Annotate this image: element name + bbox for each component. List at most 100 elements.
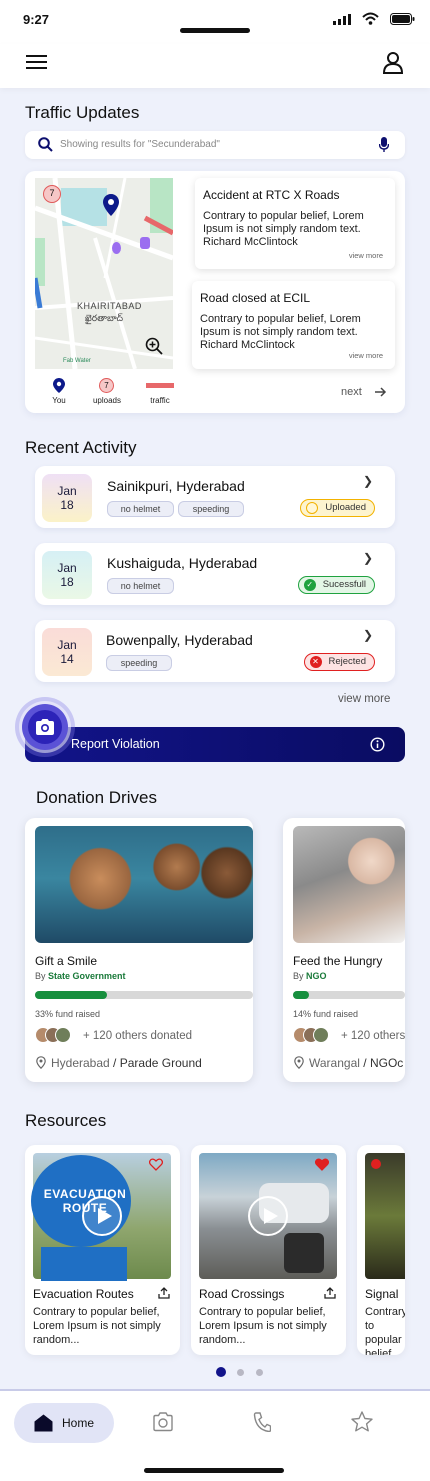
date-day: 18 (60, 575, 74, 589)
play-icon[interactable] (248, 1196, 288, 1236)
resources-title: Resources (25, 1111, 107, 1130)
donation-card[interactable]: Feed the Hungry By NGO 14% fund raised +… (283, 818, 405, 1082)
location-pin-icon (294, 1056, 304, 1069)
organizer-name: State Government (48, 971, 126, 981)
next-link[interactable]: next (341, 386, 362, 398)
battery-icon (390, 13, 415, 25)
date-day: 18 (60, 498, 74, 512)
pagination-dot[interactable] (237, 1369, 244, 1376)
news-view-more-link[interactable]: view more (349, 351, 383, 360)
status-label: Uploaded (325, 502, 366, 513)
news-title: Accident at RTC X Roads (203, 188, 340, 202)
resource-description: Contrary to popular belief, Lorem Ipsum … (365, 1306, 405, 1355)
share-icon[interactable] (324, 1287, 336, 1299)
check-icon: ✓ (303, 579, 316, 591)
chevron-down-icon[interactable]: ❯ (363, 628, 373, 642)
news-view-more-link[interactable]: view more (349, 251, 383, 260)
news-body: Contrary to popular belief, Lorem Ipsum … (203, 210, 364, 248)
report-violation-label: Report Violation (71, 737, 160, 751)
info-icon[interactable] (370, 737, 385, 752)
report-violation-button[interactable]: Report Violation (25, 727, 405, 762)
news-card[interactable]: Accident at RTC X Roads Contrary to popu… (195, 178, 395, 269)
location-city: Hyderabad (51, 1056, 110, 1070)
by-prefix: By (293, 971, 304, 981)
donation-others-text: + 120 others donated (83, 1030, 193, 1042)
map-poi-label: Fab Water (63, 358, 91, 364)
donation-raised-text: 14% fund raised (293, 1009, 359, 1019)
donation-raised-text: 33% fund raised (35, 1009, 101, 1019)
resource-card[interactable]: Signal Contrary to popular belief, Lorem… (357, 1145, 405, 1355)
resource-image (199, 1153, 337, 1279)
camera-icon[interactable] (152, 1412, 174, 1432)
donor-avatar (313, 1027, 329, 1043)
upload-marker-icon[interactable] (140, 237, 150, 249)
pagination-dot[interactable] (256, 1369, 263, 1376)
zoom-in-icon[interactable] (145, 337, 163, 355)
camera-fab-button[interactable] (22, 704, 68, 750)
donation-progress-fill (293, 991, 309, 999)
camera-icon (36, 719, 54, 735)
signal-light-shape (371, 1159, 381, 1169)
news-body: Contrary to popular belief, Lorem Ipsum … (200, 313, 361, 351)
traffic-map[interactable]: 7 KHAIRITABAD ఖైరతాబాద్ Fab Water (35, 178, 173, 369)
heart-icon[interactable] (149, 1158, 163, 1171)
menu-icon[interactable] (26, 54, 48, 70)
search-bar[interactable]: Showing results for "Secunderabad" (25, 131, 405, 159)
news-card[interactable]: Road closed at ECIL Contrary to popular … (192, 281, 395, 369)
map-cluster-marker[interactable]: 7 (43, 185, 61, 203)
resource-card[interactable]: Road Crossings Contrary to popular belie… (191, 1145, 346, 1355)
activity-place: Sainikpuri, Hyderabad (107, 478, 245, 494)
mic-icon[interactable] (379, 137, 389, 153)
arrow-right-icon[interactable] (374, 386, 387, 398)
heart-icon[interactable] (315, 1158, 329, 1171)
chevron-down-icon[interactable]: ❯ (363, 474, 373, 488)
legend-traffic-label: traffic (150, 396, 170, 405)
donor-avatar (55, 1027, 71, 1043)
search-icon (38, 137, 53, 152)
bottom-nav: Home (0, 1389, 430, 1481)
nav-home-tab[interactable]: Home (14, 1403, 114, 1443)
activity-view-more-link[interactable]: view more (338, 693, 390, 705)
legend-you-label: You (52, 396, 66, 405)
activity-date: Jan 14 (42, 628, 92, 676)
upload-marker-icon[interactable] (112, 242, 121, 254)
activity-card[interactable]: Jan 18 Sainikpuri, Hyderabad no helmet sp… (35, 466, 395, 528)
resource-card[interactable]: EVACUATION ROUTE Evacuation Routes Contr… (25, 1145, 180, 1355)
status-label: Sucessfull (322, 579, 366, 590)
date-month: Jan (57, 561, 77, 575)
location-venue: Parade Ground (119, 1056, 202, 1070)
date-month: Jan (57, 484, 77, 498)
by-prefix: By (35, 971, 46, 981)
phone-icon[interactable] (253, 1412, 271, 1432)
status-badge: ✓ Sucessfull (297, 576, 375, 594)
legend-uploads-label: uploads (92, 396, 122, 405)
activity-date: Jan 18 (42, 551, 92, 599)
activity-card[interactable]: Jan 14 Bowenpally, Hyderabad speeding ✕ Re… (35, 620, 395, 682)
map-area-local-label: ఖైరతాబాద్ (85, 313, 123, 323)
location-pin-icon (36, 1056, 46, 1069)
traffic-updates-title: Traffic Updates (25, 103, 140, 122)
violation-tag: no helmet (107, 501, 174, 517)
play-icon[interactable] (82, 1196, 122, 1236)
activity-card[interactable]: Jan 18 Kushaiguda, Hyderabad no helmet ✓ S… (35, 543, 395, 605)
donation-name: Gift a Smile (35, 954, 98, 968)
nav-home-label: Home (62, 1416, 95, 1430)
news-title: Road closed at ECIL (200, 291, 311, 305)
donation-card[interactable]: Gift a Smile By State Government 33% fun… (25, 818, 253, 1082)
resource-title: Road Crossings (199, 1287, 285, 1301)
search-input[interactable]: Showing results for "Secunderabad" (60, 139, 220, 150)
pagination-dot-active[interactable] (216, 1367, 226, 1377)
status-label: Rejected (328, 656, 367, 667)
status-bar: 9:27 (0, 0, 430, 44)
violation-tag: speeding (178, 501, 244, 517)
star-icon[interactable] (351, 1411, 373, 1432)
share-icon[interactable] (158, 1287, 170, 1299)
status-time: 9:27 (23, 12, 50, 27)
violation-tag: speeding (106, 655, 172, 671)
recent-activity-title: Recent Activity (25, 438, 137, 457)
map-pin-icon[interactable] (103, 194, 119, 216)
profile-icon[interactable] (383, 52, 403, 74)
chevron-down-icon[interactable]: ❯ (363, 551, 373, 565)
donation-progress-bar (293, 991, 405, 999)
status-badge: Uploaded (300, 499, 375, 517)
